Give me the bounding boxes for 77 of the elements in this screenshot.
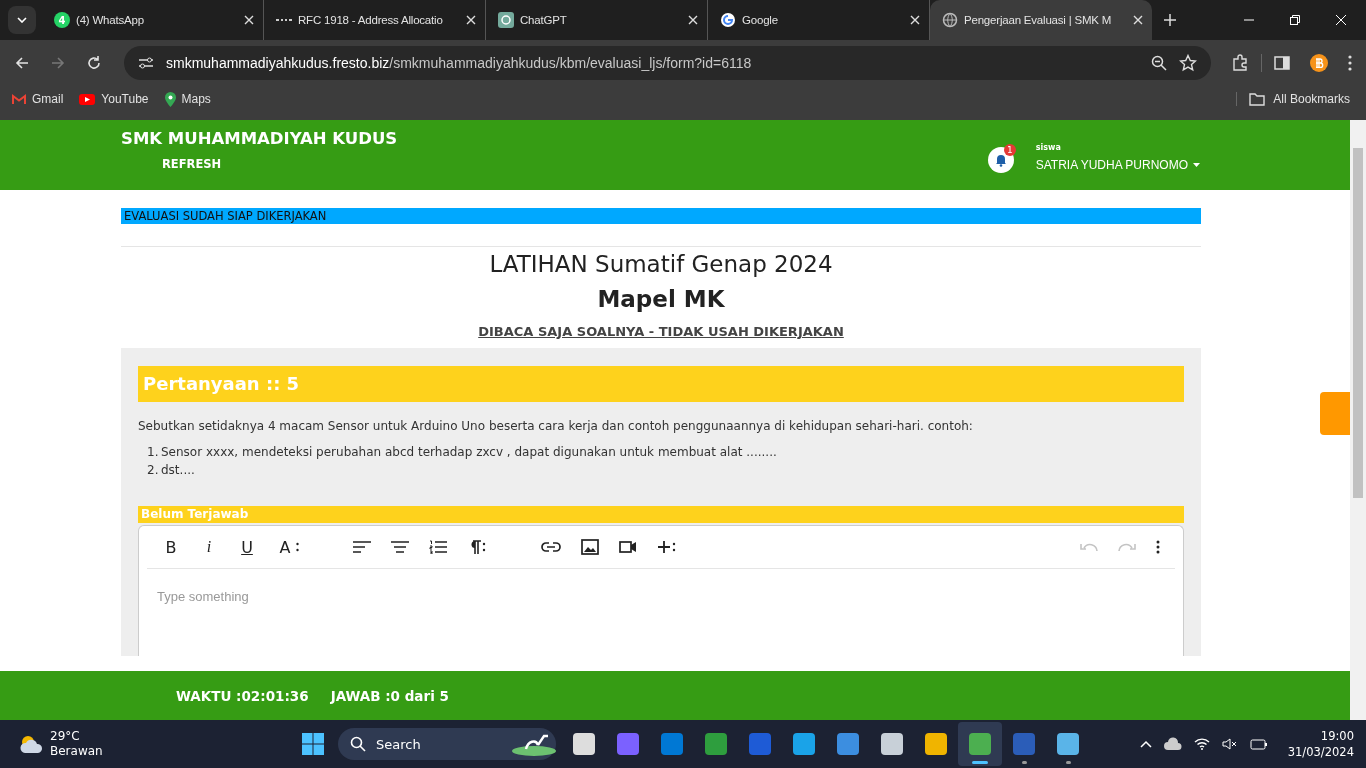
browser-tab[interactable]: Pengerjaan Evaluasi | SMK M	[930, 0, 1152, 40]
notification-badge: 1	[1003, 144, 1016, 156]
forward-icon[interactable]	[50, 55, 66, 71]
dashed-line-icon	[276, 19, 292, 21]
more-options-icon[interactable]	[1156, 540, 1160, 554]
site-settings-icon[interactable]	[138, 56, 154, 70]
format-button[interactable]: i	[200, 538, 218, 556]
align-center-icon[interactable]	[391, 541, 409, 553]
partly-cloudy-icon	[18, 733, 44, 755]
answered-count: JAWAB :0 dari 5	[330, 687, 449, 704]
rich-text-editor[interactable]: B i U A Type something	[138, 525, 1184, 656]
bookmark-link[interactable]: YouTube	[79, 92, 149, 106]
question-heading: Pertanyaan :: 5	[138, 366, 1184, 402]
video-camera-icon[interactable]	[619, 541, 637, 553]
user-menu[interactable]: SATRIA YUDHA PURNOMO	[1035, 157, 1200, 172]
notification-button[interactable]: 1	[987, 147, 1014, 173]
school-name: SMK MUHAMMADIYAH KUDUS	[121, 129, 398, 148]
search-icon	[350, 736, 366, 752]
format-button[interactable]: A	[276, 537, 294, 557]
align-left-icon[interactable]	[353, 541, 371, 553]
reload-icon[interactable]	[86, 55, 102, 71]
more-icon[interactable]	[1348, 55, 1352, 71]
question-list-item: dst....	[161, 462, 195, 479]
format-button[interactable]: B	[162, 537, 180, 557]
speaker-muted-icon[interactable]	[1221, 738, 1238, 750]
evaluation-title: LATIHAN Sumatif Genap 2024	[488, 250, 834, 277]
mail-icon	[12, 93, 26, 105]
play-icon	[79, 93, 96, 105]
back-icon[interactable]	[14, 55, 30, 71]
insert-plus-icon[interactable]	[657, 540, 677, 554]
more-options-icon[interactable]	[296, 542, 299, 552]
time-remaining: WAKTU :02:01:36	[176, 687, 309, 704]
url-text: smkmuhammadiyahkudus.fresto.biz/smkmuhammadiyahkudus/kbm/evaluasi_ljs/form?id=6118	[166, 55, 752, 71]
whatsapp-icon: 4	[54, 12, 70, 28]
wifi-icon[interactable]	[1193, 738, 1210, 750]
weather-condition: Berawan	[50, 744, 103, 759]
tab-search-button[interactable]	[8, 6, 36, 34]
g-logo-icon	[720, 12, 736, 28]
list-number: 2.	[147, 462, 157, 479]
new-tab-icon[interactable]	[1164, 14, 1176, 26]
zoom-icon[interactable]	[1151, 55, 1167, 71]
question-text: Sebutkan setidaknya 4 macam Sensor untuk Arduino Uno beserta cara kerja dan contoh penggunaannya di kehidupan sehari-hari. contoh:	[138, 419, 974, 433]
extensions-icon[interactable]	[1231, 54, 1249, 72]
star-icon[interactable]	[1179, 54, 1197, 72]
user-role: siswa	[1035, 142, 1062, 152]
chevron-down-icon	[17, 17, 27, 23]
status-banner: EVALUASI SUDAH SIAP DIKERJAKAN	[121, 208, 1201, 224]
numbered-list-icon[interactable]	[429, 540, 447, 554]
map-pin-icon	[164, 91, 176, 107]
clock[interactable]: 19:00 31/03/2024	[1287, 728, 1354, 760]
cloud-icon[interactable]	[1163, 737, 1182, 751]
side-panel-icon[interactable]	[1274, 55, 1290, 71]
subject-title: Mapel MK	[596, 286, 726, 312]
restore-icon[interactable]	[1290, 15, 1300, 25]
bookmark-link[interactable]: Gmail	[12, 92, 64, 106]
instruction-note: DIBACA SAJA SOALNYA - TIDAK USAH DIKERJAKAN	[477, 324, 845, 339]
temperature: 29°C	[50, 729, 81, 744]
list-number: 1.	[147, 444, 157, 461]
coin-icon[interactable]	[1310, 54, 1328, 72]
bookmark-link[interactable]: Maps	[164, 91, 211, 107]
refresh-link[interactable]: REFRESH	[162, 157, 398, 171]
address-bar[interactable]: smkmuhammadiyahkudus.fresto.biz/smkmuhammadiyahkudus/kbm/evaluasi_ljs/form?id=6118	[124, 46, 1211, 80]
all-bookmarks-link[interactable]: All Bookmarks	[1236, 92, 1350, 106]
knot-icon	[498, 12, 514, 28]
start-icon[interactable]	[301, 732, 325, 756]
link-icon[interactable]	[541, 542, 561, 552]
format-button[interactable]: U	[238, 537, 256, 557]
scrollbar[interactable]	[1350, 120, 1366, 720]
image-icon[interactable]	[581, 539, 599, 555]
caret-down-icon	[1193, 162, 1200, 167]
taskbar-search-field[interactable]: Search	[338, 728, 556, 760]
taskbar-app[interactable]	[958, 722, 1002, 766]
answer-status: Belum Terjawab	[138, 506, 1184, 523]
question-list-item: Sensor xxxx, mendeteksi perubahan abcd terhadap zxcv , dapat digunakan untuk membuat alat ........	[161, 444, 777, 461]
battery-icon[interactable]	[1249, 738, 1268, 750]
close-icon[interactable]	[1336, 15, 1346, 25]
chevron-up-icon[interactable]	[1139, 740, 1152, 748]
